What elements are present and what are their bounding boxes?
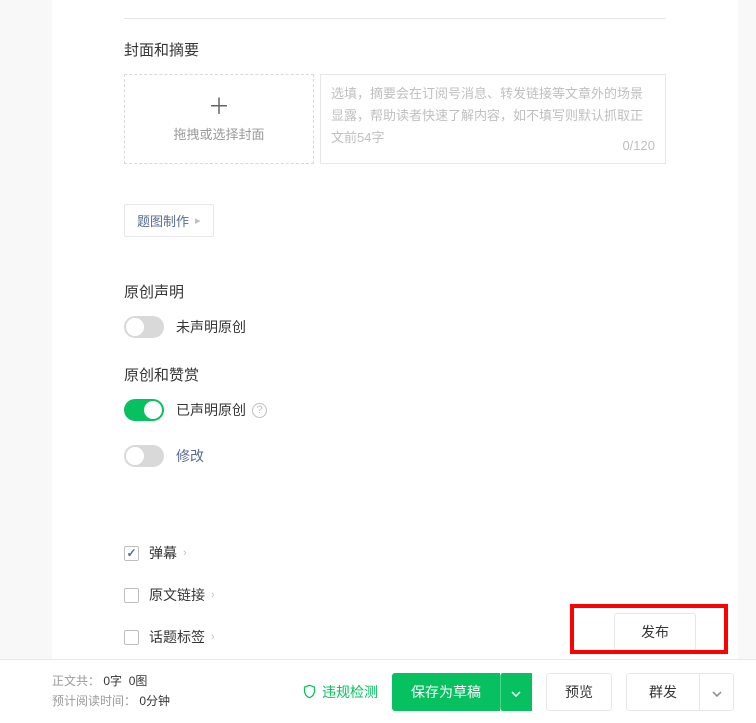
checkbox-icon	[124, 630, 139, 645]
mass-send-group: 群发	[626, 673, 734, 711]
violation-check-button[interactable]: 违规检测	[302, 682, 378, 702]
image-count: 0图	[129, 674, 148, 688]
section-title-reward: 原创和赞赏	[124, 364, 666, 385]
chevron-right-icon: ›	[211, 589, 215, 601]
reward-section: 原创和赞赏 已声明原创 ? 修改	[124, 364, 666, 467]
save-draft-group: 保存为草稿	[392, 673, 532, 711]
mass-send-button[interactable]: 群发	[626, 673, 700, 711]
summary-textarea[interactable]: 选填，摘要会在订阅号消息、转发链接等文章外的场景显露，帮助读者快速了解内容，如不…	[320, 74, 666, 164]
reward-toggle-label: 已声明原创	[176, 400, 246, 420]
preview-button[interactable]: 预览	[546, 673, 612, 711]
modify-link[interactable]: 修改	[176, 446, 204, 466]
cover-maker-button[interactable]: 题图制作 ▸	[124, 204, 214, 237]
checkbox-checked-icon	[124, 546, 139, 561]
checkbox-icon	[124, 588, 139, 603]
chevron-right-icon: ›	[211, 631, 215, 643]
section-title-cover: 封面和摘要	[124, 39, 666, 60]
chevron-down-icon	[712, 691, 722, 697]
stats-prefix: 正文共：	[52, 674, 100, 688]
source-link-label: 原文链接	[149, 585, 205, 605]
publish-button-wrap: 发布	[614, 613, 696, 651]
help-icon[interactable]: ?	[252, 403, 267, 418]
chevron-right-icon: ›	[183, 547, 187, 559]
publish-button[interactable]: 发布	[614, 613, 696, 651]
shield-icon	[302, 683, 317, 700]
chevron-right-icon: ▸	[195, 214, 201, 227]
section-title-original: 原创声明	[124, 281, 666, 302]
original-toggle-row: 未声明原创	[124, 316, 666, 338]
divider	[124, 18, 666, 19]
plus-icon: ＋	[208, 96, 230, 118]
save-draft-button[interactable]: 保存为草稿	[392, 673, 500, 711]
read-time-prefix: 预计阅读时间：	[52, 694, 136, 708]
cover-dropzone[interactable]: ＋ 拖拽或选择封面	[124, 74, 314, 164]
modify-toggle-row: 修改	[124, 445, 666, 467]
reward-toggle-row: 已声明原创 ?	[124, 399, 666, 421]
main-panel: 封面和摘要 ＋ 拖拽或选择封面 选填，摘要会在订阅号消息、转发链接等文章外的场景…	[52, 0, 738, 659]
mass-send-dropdown[interactable]	[700, 673, 734, 711]
modify-toggle[interactable]	[124, 445, 164, 467]
danmu-option[interactable]: 弹幕 ›	[124, 543, 666, 563]
save-draft-dropdown[interactable]	[500, 673, 532, 711]
original-toggle[interactable]	[124, 316, 164, 338]
summary-char-count: 0/120	[622, 135, 655, 157]
violation-check-label: 违规检测	[322, 682, 378, 702]
summary-placeholder: 选填，摘要会在订阅号消息、转发链接等文章外的场景显露，帮助读者快速了解内容，如不…	[331, 86, 643, 145]
cover-drop-hint: 拖拽或选择封面	[173, 124, 264, 143]
reward-toggle[interactable]	[124, 399, 164, 421]
footer-actions: 违规检测 保存为草稿 预览 群发	[302, 673, 734, 711]
cover-maker-label: 题图制作	[137, 211, 189, 230]
original-toggle-label: 未声明原创	[176, 317, 246, 337]
word-count: 0字	[103, 674, 122, 688]
page-root: 封面和摘要 ＋ 拖拽或选择封面 选填，摘要会在订阅号消息、转发链接等文章外的场景…	[0, 0, 756, 723]
danmu-label: 弹幕	[149, 543, 177, 563]
topic-tag-option[interactable]: 话题标签 ›	[124, 627, 666, 647]
source-link-option[interactable]: 原文链接 ›	[124, 585, 666, 605]
topic-tag-label: 话题标签	[149, 627, 205, 647]
read-time: 0分钟	[139, 694, 170, 708]
chevron-down-icon	[511, 691, 521, 697]
footer-bar: 正文共： 0字 0图 预计阅读时间： 0分钟 违规检测 保存为草稿 预览	[0, 659, 756, 723]
cover-maker-row: 题图制作 ▸	[124, 204, 666, 237]
original-section: 原创声明 未声明原创	[124, 281, 666, 338]
cover-summary-row: ＋ 拖拽或选择封面 选填，摘要会在订阅号消息、转发链接等文章外的场景显露，帮助读…	[124, 74, 666, 164]
stats-block: 正文共： 0字 0图 预计阅读时间： 0分钟	[52, 672, 170, 710]
